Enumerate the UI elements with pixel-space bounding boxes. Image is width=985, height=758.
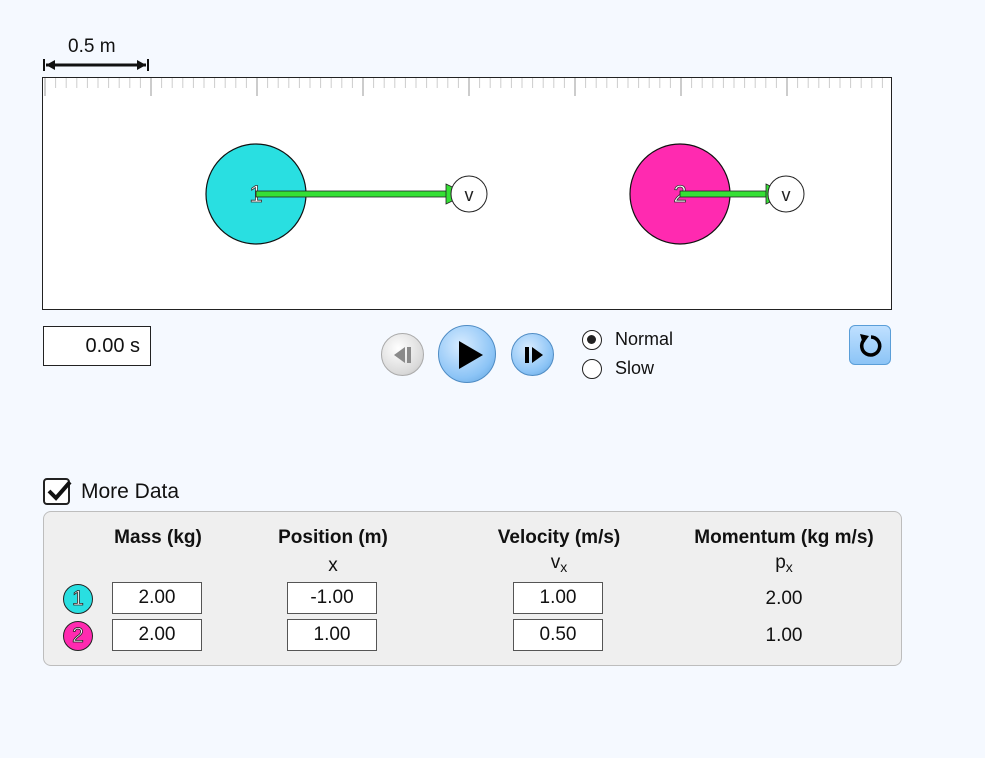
momentum-symbol-main: p	[775, 552, 786, 573]
row-2-ball-badge: 2	[63, 621, 93, 651]
reset-icon	[859, 334, 882, 357]
step-forward-icon	[525, 347, 543, 363]
step-back-button[interactable]	[381, 333, 424, 376]
ball-1-velocity-label: v	[465, 185, 474, 205]
position-header: Position (m)	[278, 527, 388, 548]
play-button[interactable]	[438, 325, 496, 383]
mass-header: Mass (kg)	[114, 527, 202, 548]
step-back-icon	[394, 347, 411, 363]
row-1-momentum-value: 2.00	[765, 588, 803, 609]
scale-bar	[43, 59, 149, 71]
speed-slow-label: Slow	[615, 358, 655, 378]
more-data-checkbox-box[interactable]	[43, 478, 72, 505]
speed-normal-radio[interactable]: Normal	[582, 329, 673, 350]
data-panel: Mass (kg) Position (m) x Velocity (m/s) …	[43, 511, 902, 666]
reset-button[interactable]	[849, 325, 891, 365]
ball-2-velocity-label: v	[782, 185, 791, 205]
row-1-position-input[interactable]: -1.00	[287, 582, 377, 614]
velocity-header: Velocity (m/s)	[497, 527, 621, 548]
play-area[interactable]: 1 v 2 v	[42, 77, 892, 310]
radio-normal-indicator[interactable]	[582, 329, 602, 350]
more-data-checkbox[interactable]: More Data	[43, 478, 179, 505]
play-area-canvas: 1 v 2 v	[44, 78, 883, 245]
row-2-momentum-value: 1.00	[765, 625, 803, 646]
position-symbol: x	[328, 555, 338, 576]
momentum-symbol: px	[775, 552, 793, 575]
speed-normal-label: Normal	[615, 329, 674, 349]
step-forward-button[interactable]	[511, 333, 554, 376]
momentum-header: Momentum (kg m/s)	[694, 527, 874, 548]
velocity-symbol-subscript: x	[560, 559, 568, 575]
row-1-velocity-input[interactable]: 1.00	[513, 582, 603, 614]
speed-slow-radio[interactable]: Slow	[582, 358, 654, 379]
radio-slow-indicator[interactable]	[582, 358, 602, 379]
momentum-symbol-subscript: x	[785, 559, 793, 575]
more-data-label: More Data	[81, 479, 180, 503]
row-2-position-input[interactable]: 1.00	[287, 619, 377, 651]
row-1-mass-input[interactable]: 2.00	[112, 582, 202, 614]
row-2-mass-input[interactable]: 2.00	[112, 619, 202, 651]
velocity-symbol: vx	[551, 552, 568, 575]
ruler	[44, 78, 883, 96]
velocity-symbol-main: v	[550, 552, 561, 573]
ball-2-velocity-handle[interactable]: v	[767, 175, 805, 213]
ball-1-velocity-handle[interactable]: v	[450, 175, 488, 213]
time-display: 0.00 s	[43, 326, 151, 366]
row-2-velocity-input[interactable]: 0.50	[513, 619, 603, 651]
play-icon	[459, 341, 483, 369]
row-1-ball-badge: 1	[63, 584, 93, 614]
checkmark-icon	[47, 480, 72, 501]
